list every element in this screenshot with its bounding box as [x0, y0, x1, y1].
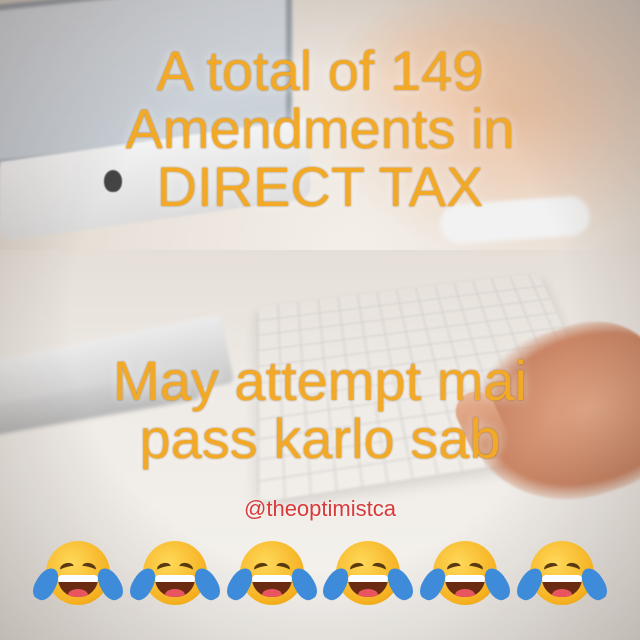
emoji-teeth [541, 575, 582, 582]
emoji-row [28, 528, 612, 618]
caption-line-5: pass karlo sab [139, 407, 501, 470]
face-with-tears-of-joy-icon [416, 535, 515, 611]
author-handle: @theoptimistca [244, 496, 396, 521]
emoji-eye [80, 561, 98, 575]
emoji-eye [371, 561, 388, 575]
emoji-eye [564, 561, 582, 575]
emoji-teeth [445, 575, 486, 582]
emoji-tongue [455, 589, 476, 597]
emoji-tongue [358, 589, 379, 597]
emoji-teeth [154, 575, 195, 582]
caption-line-2: Amendments in [125, 97, 515, 160]
emoji-teeth [251, 575, 292, 582]
emoji-tongue [164, 589, 185, 597]
emoji-eye [155, 561, 172, 575]
caption-line-3: DIRECT TAX [156, 155, 484, 218]
emoji-tongue [68, 589, 88, 597]
emoji-tongue [551, 589, 572, 597]
face-with-tears-of-joy-icon [319, 535, 418, 611]
emoji-eye [446, 561, 463, 575]
emoji-tear [383, 564, 418, 604]
emoji-eye [58, 561, 76, 575]
caption-top: A total of 149 Amendments in DIRECT TAX [0, 42, 640, 216]
emoji-mouth [348, 575, 389, 597]
emoji-mouth [58, 575, 98, 597]
emoji-eye [177, 561, 194, 575]
emoji-eye [349, 561, 366, 575]
emoji-eye [274, 561, 291, 575]
caption-line-4: May attempt mai [113, 349, 527, 412]
emoji-teeth [348, 575, 389, 582]
emoji-teeth [58, 575, 98, 582]
face-with-tears-of-joy-icon [512, 535, 612, 611]
emoji-tongue [261, 589, 282, 597]
emoji-mouth [251, 575, 292, 597]
emoji-mouth [445, 575, 486, 597]
emoji-mouth [154, 575, 195, 597]
emoji-eye [542, 561, 560, 575]
face-with-tears-of-joy-icon [125, 535, 224, 611]
caption-bottom: May attempt mai pass karlo sab [0, 352, 640, 468]
emoji-eye [468, 561, 485, 575]
face-with-tears-of-joy-icon [28, 535, 128, 611]
emoji-eye [252, 561, 269, 575]
face-with-tears-of-joy-icon [222, 535, 321, 611]
caption-line-1: A total of 149 [156, 39, 484, 102]
emoji-mouth [541, 575, 582, 597]
